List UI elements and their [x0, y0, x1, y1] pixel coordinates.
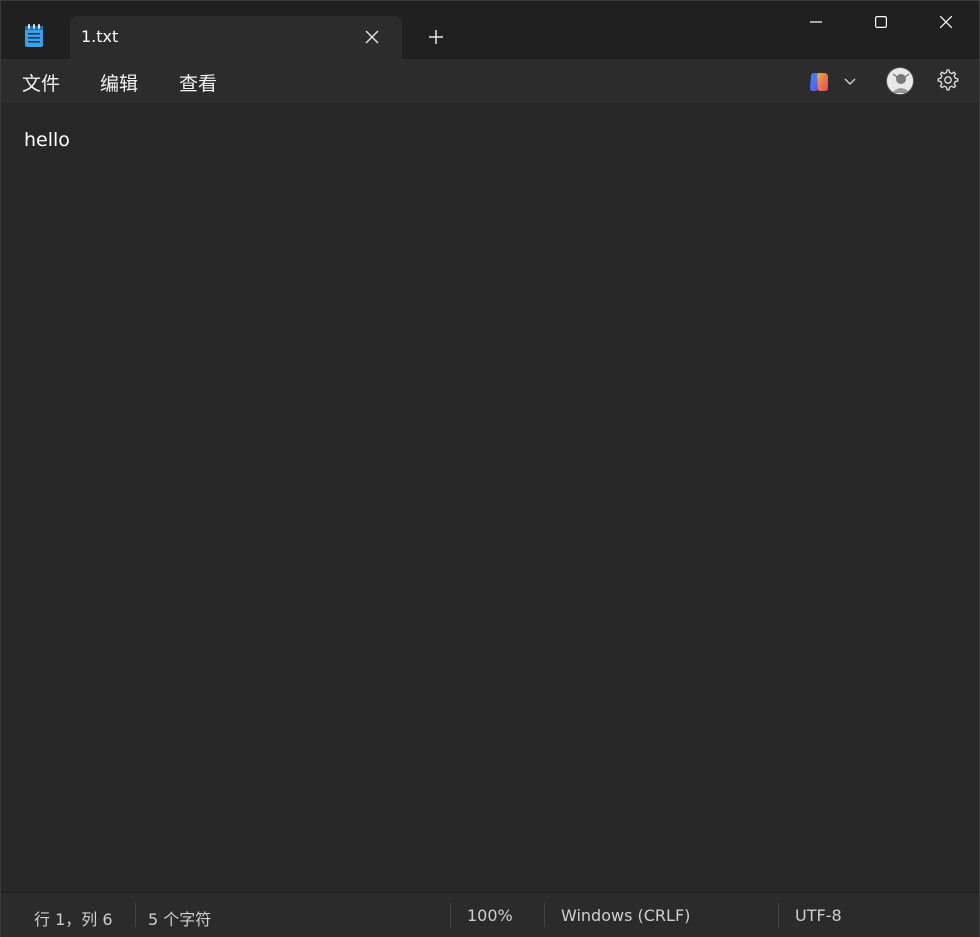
- chevron-down-icon[interactable]: [843, 74, 857, 88]
- encoding[interactable]: UTF-8: [795, 906, 842, 925]
- line-ending[interactable]: Windows (CRLF): [561, 906, 690, 925]
- status-divider: [544, 903, 545, 927]
- close-window-button[interactable]: [914, 1, 978, 43]
- minimize-icon: [810, 21, 822, 23]
- editor-content[interactable]: hello: [24, 129, 70, 151]
- plus-icon: [429, 30, 443, 44]
- gear-icon[interactable]: [937, 69, 959, 91]
- tab-title: 1.txt: [81, 27, 119, 46]
- avatar-image: [887, 68, 913, 94]
- new-tab-button[interactable]: [424, 25, 448, 49]
- menu-view[interactable]: 查看: [179, 69, 217, 96]
- close-icon: [940, 16, 952, 28]
- status-divider: [778, 903, 779, 927]
- notepad-icon: [25, 24, 43, 47]
- zoom-level[interactable]: 100%: [467, 906, 513, 925]
- text-editor-area[interactable]: hello: [1, 103, 979, 891]
- maximize-button[interactable]: [849, 1, 913, 43]
- notepad-window: 1.txt 文件 编辑 查看 hello 行 1，列 6 5 个字符 100% …: [0, 0, 980, 937]
- maximize-icon: [875, 16, 887, 28]
- title-bar: 1.txt: [1, 1, 979, 59]
- tab-1-txt[interactable]: 1.txt: [70, 16, 402, 59]
- character-count: 5 个字符: [148, 910, 212, 929]
- close-icon: [365, 30, 379, 44]
- status-divider: [450, 903, 451, 927]
- status-bar: 行 1，列 6 5 个字符 100% Windows (CRLF) UTF-8: [1, 892, 979, 937]
- cursor-position: 行 1，列 6: [34, 910, 113, 929]
- avatar[interactable]: [886, 67, 914, 95]
- minimize-button[interactable]: [784, 1, 848, 43]
- copilot-icon[interactable]: [807, 70, 831, 94]
- menu-edit[interactable]: 编辑: [100, 69, 138, 96]
- status-divider: [135, 903, 136, 927]
- menu-file[interactable]: 文件: [22, 69, 60, 96]
- tab-close-button[interactable]: [361, 26, 383, 48]
- menu-bar: 文件 编辑 查看: [1, 59, 979, 103]
